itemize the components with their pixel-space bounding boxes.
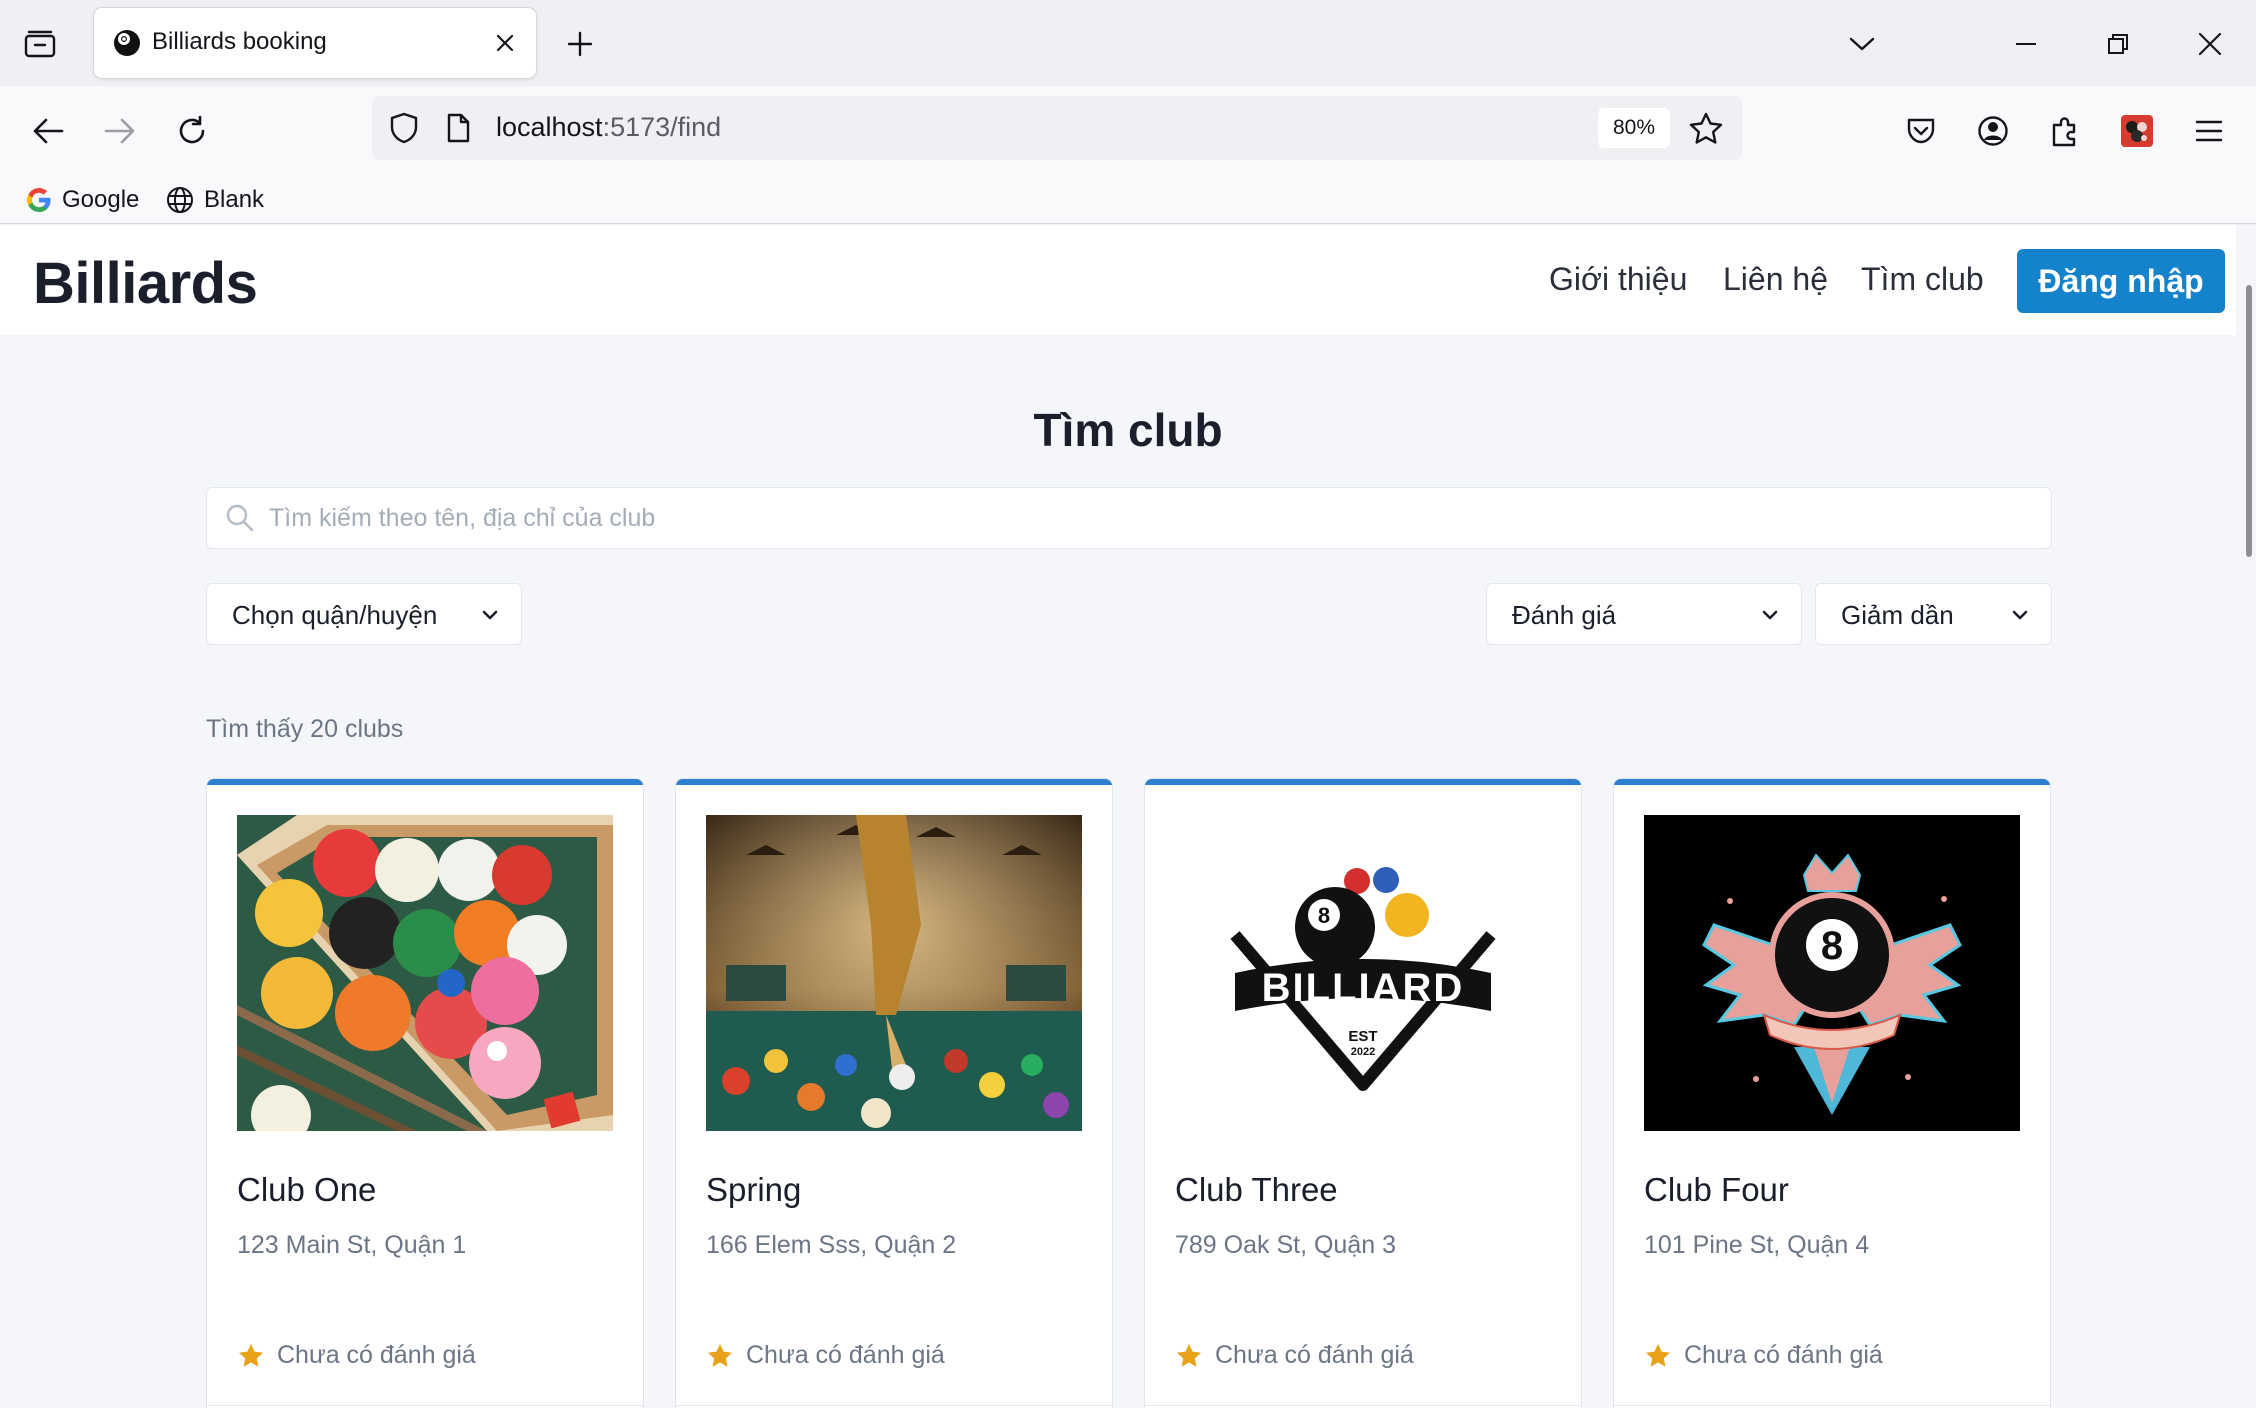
search-icon bbox=[226, 504, 254, 532]
zoom-level-badge[interactable]: 80% bbox=[1598, 108, 1670, 148]
bookmark-label: Blank bbox=[204, 186, 265, 213]
extension-app-icon[interactable] bbox=[2112, 106, 2162, 156]
svg-text:8: 8 bbox=[1318, 903, 1330, 928]
card-accent-bar bbox=[207, 779, 643, 785]
tab-overflow-chevron-icon[interactable] bbox=[1840, 22, 1884, 66]
club-address: 101 Pine St, Quận 4 bbox=[1644, 1231, 1870, 1259]
card-divider bbox=[676, 1405, 1112, 1406]
club-name[interactable]: Club Four bbox=[1644, 1171, 1789, 1209]
web-page: Billiards Giới thiệu Liên hệ Tìm club Đă… bbox=[0, 225, 2256, 1408]
google-icon bbox=[27, 188, 51, 212]
menu-hamburger-icon[interactable] bbox=[2184, 106, 2234, 156]
site-logo[interactable]: Billiards bbox=[33, 250, 258, 317]
tab-list-icon[interactable] bbox=[20, 26, 60, 62]
district-select[interactable]: Chọn quận/huyện bbox=[206, 583, 522, 645]
club-card[interactable]: Spring 166 Elem Sss, Quận 2 Chưa có đánh… bbox=[675, 778, 1113, 1408]
district-select-value: Chọn quận/huyện bbox=[232, 600, 438, 630]
star-icon bbox=[239, 1343, 263, 1367]
account-icon[interactable] bbox=[1968, 106, 2018, 156]
bookmark-label: Google bbox=[62, 186, 140, 213]
results-count: Tìm thấy 20 clubs bbox=[206, 715, 404, 743]
sort-order-select-value: Giảm dần bbox=[1841, 600, 1954, 630]
page-title: Tìm club bbox=[1033, 404, 1223, 456]
bookmark-star-icon[interactable] bbox=[1688, 110, 1724, 146]
billiard-logo: 8 BILLIARD EST 2022 bbox=[1175, 815, 1551, 1131]
site-header: Billiards Giới thiệu Liên hệ Tìm club Đă… bbox=[0, 225, 2236, 335]
active-tab[interactable]: Billiards booking bbox=[94, 8, 536, 78]
billiard-logo-word: BILLIARD bbox=[1262, 966, 1465, 1010]
club-rating: Chưa có đánh giá bbox=[1644, 1341, 1883, 1370]
billiard-balls-rack-illustration bbox=[237, 815, 613, 1131]
card-accent-bar bbox=[676, 779, 1112, 785]
nav-link-contact[interactable]: Liên hệ bbox=[1723, 261, 1828, 298]
chevron-down-icon bbox=[1762, 610, 1778, 620]
close-window-icon[interactable] bbox=[2188, 22, 2232, 66]
nav-link-find-club[interactable]: Tìm club bbox=[1861, 261, 1984, 298]
pocket-icon[interactable] bbox=[1896, 106, 1946, 156]
club-rating: Chưa có đánh giá bbox=[237, 1341, 476, 1370]
search-box[interactable] bbox=[206, 487, 2052, 549]
forward-arrow-icon[interactable] bbox=[95, 106, 145, 156]
chevron-down-icon bbox=[482, 610, 498, 620]
sort-by-select[interactable]: Đánh giá bbox=[1486, 583, 1802, 645]
billiard-logo-year: 2022 bbox=[1351, 1046, 1375, 1058]
chevron-down-icon bbox=[2012, 610, 2028, 620]
extensions-puzzle-icon[interactable] bbox=[2040, 106, 2090, 156]
nav-link-about[interactable]: Giới thiệu bbox=[1549, 261, 1687, 298]
club-rating: Chưa có đánh giá bbox=[1175, 1341, 1414, 1370]
back-arrow-icon[interactable] bbox=[23, 106, 73, 156]
login-button[interactable]: Đăng nhập bbox=[2017, 249, 2225, 313]
club-name[interactable]: Spring bbox=[706, 1171, 801, 1209]
star-icon bbox=[1646, 1343, 1670, 1367]
star-icon bbox=[708, 1343, 732, 1367]
club-rating-text: Chưa có đánh giá bbox=[1684, 1341, 1883, 1369]
card-accent-bar bbox=[1614, 779, 2050, 785]
winged-eight-ball-emblem: 8 bbox=[1644, 815, 2020, 1131]
club-name[interactable]: Club Three bbox=[1175, 1171, 1338, 1209]
club-rating: Chưa có đánh giá bbox=[706, 1341, 945, 1370]
page-info-icon[interactable] bbox=[442, 112, 474, 144]
bookmark-blank[interactable]: Blank bbox=[166, 182, 264, 218]
url-path: :5173/find bbox=[602, 112, 722, 142]
card-divider bbox=[1614, 1405, 2050, 1406]
new-tab-plus-icon[interactable] bbox=[560, 24, 600, 64]
restore-window-icon[interactable] bbox=[2096, 22, 2140, 66]
bookmark-google[interactable]: Google bbox=[26, 182, 139, 218]
club-card[interactable]: 8 Club Four 101 Pine St, Quận 4 Chưa có … bbox=[1613, 778, 2051, 1408]
search-input[interactable] bbox=[269, 488, 2029, 548]
club-address: 123 Main St, Quận 1 bbox=[237, 1231, 467, 1259]
club-address: 166 Elem Sss, Quận 2 bbox=[706, 1231, 957, 1259]
club-rating-text: Chưa có đánh giá bbox=[746, 1341, 945, 1369]
star-icon bbox=[1177, 1343, 1201, 1367]
club-address: 789 Oak St, Quận 3 bbox=[1175, 1231, 1396, 1259]
globe-icon bbox=[167, 187, 193, 213]
close-tab-icon[interactable] bbox=[488, 26, 522, 60]
url-host: localhost bbox=[496, 112, 603, 142]
eight-ball-favicon-icon bbox=[112, 28, 142, 58]
sort-by-select-value: Đánh giá bbox=[1512, 600, 1617, 630]
club-rating-text: Chưa có đánh giá bbox=[1215, 1341, 1414, 1369]
billiard-logo-est: EST bbox=[1348, 1028, 1377, 1045]
club-card[interactable]: Club One 123 Main St, Quận 1 Chưa có đán… bbox=[206, 778, 644, 1408]
minimize-window-icon[interactable] bbox=[2004, 22, 2048, 66]
bookmarks-toolbar: Google Blank bbox=[0, 176, 2256, 224]
address-bar[interactable]: localhost:5173/find 80% bbox=[372, 96, 1742, 160]
browser-tabstrip: Billiards booking bbox=[0, 0, 2256, 86]
club-card[interactable]: 8 BILLIARD EST 2022 Club Three 789 Oak S… bbox=[1144, 778, 1582, 1408]
browser-navigation-bar: localhost:5173/find 80% bbox=[0, 86, 2256, 176]
card-accent-bar bbox=[1145, 779, 1581, 785]
sort-order-select[interactable]: Giảm dần bbox=[1815, 583, 2052, 645]
player-at-pool-table-illustration bbox=[706, 815, 1082, 1131]
club-name[interactable]: Club One bbox=[237, 1171, 376, 1209]
svg-text:8: 8 bbox=[1821, 924, 1843, 968]
reload-icon[interactable] bbox=[167, 106, 217, 156]
url-text[interactable]: localhost:5173/find bbox=[496, 112, 721, 143]
tab-title: Billiards booking bbox=[152, 28, 327, 55]
club-rating-text: Chưa có đánh giá bbox=[277, 1341, 476, 1369]
card-divider bbox=[207, 1405, 643, 1406]
tracking-shield-icon[interactable] bbox=[388, 112, 420, 144]
card-divider bbox=[1145, 1405, 1581, 1406]
